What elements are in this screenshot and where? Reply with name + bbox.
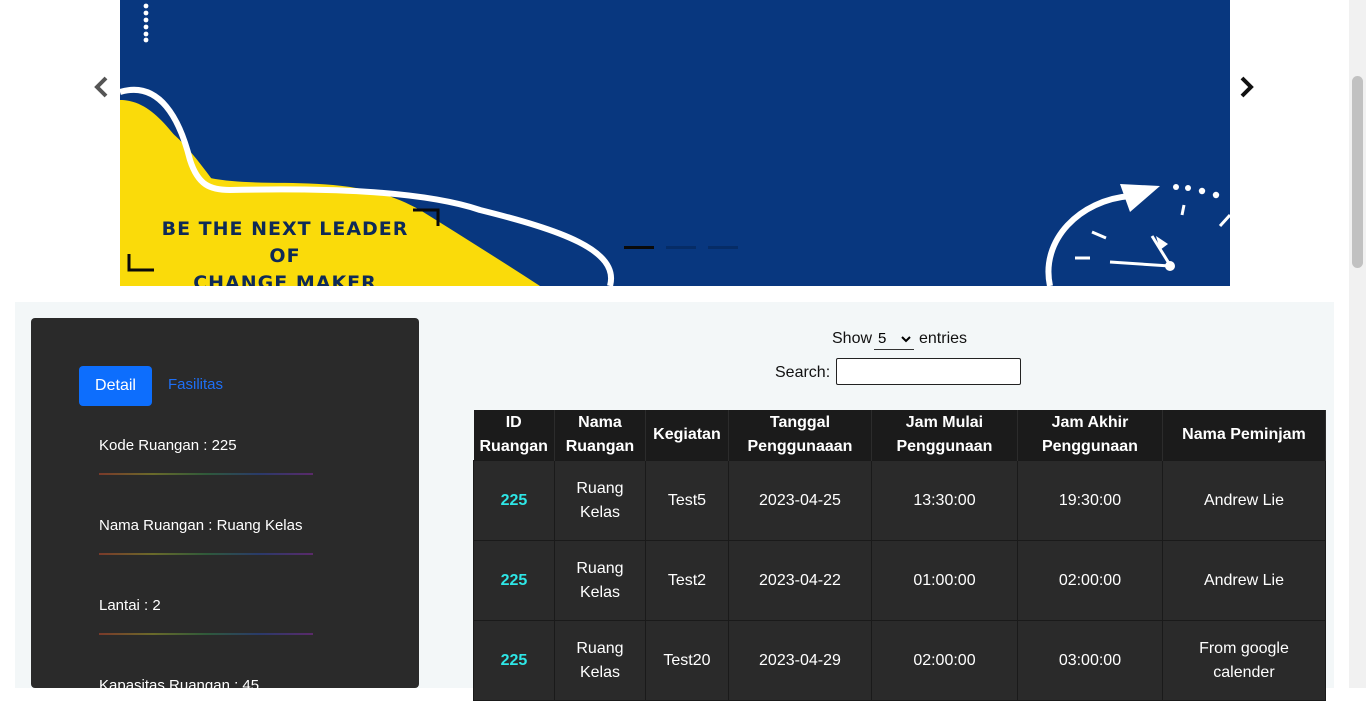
booking-table: ID Ruangan Nama Ruangan Kegiatan Tanggal Pe…: [473, 410, 1327, 701]
hero-carousel: BE THE NEXT LEADER OF CHANGE MAKER: [120, 0, 1230, 286]
carousel-next-button[interactable]: [1236, 74, 1260, 100]
banner-line-1: BE THE NEXT LEADER OF: [161, 218, 409, 267]
column-header-nama-peminjam[interactable]: Nama Peminjam: [1162, 410, 1327, 461]
column-header-tanggal[interactable]: Tanggal Penggunaaan: [728, 410, 872, 461]
cell-tanggal: 2023-04-29: [727, 620, 872, 701]
scrollbar-thumb[interactable]: [1352, 76, 1363, 268]
cell-peminjam: From google calender: [1161, 620, 1327, 701]
entries-label: entries: [919, 330, 968, 347]
cell-kegiatan: Test5: [644, 460, 729, 541]
table-row: 225 Ruang Kelas Test5 2023-04-25 13:30:00…: [473, 460, 1327, 541]
tab-fasilitas[interactable]: Fasilitas: [168, 376, 223, 393]
cell-nama-ruangan: Ruang Kelas: [553, 620, 646, 701]
column-header-id[interactable]: ID Ruangan: [473, 410, 555, 461]
carousel-indicators: [624, 246, 738, 249]
carousel-indicator-3[interactable]: [708, 246, 738, 249]
cell-peminjam: Andrew Lie: [1161, 540, 1327, 621]
chevron-left-icon: [94, 76, 108, 98]
table-header-row: ID Ruangan Nama Ruangan Kegiatan Tanggal Pe…: [473, 410, 1327, 461]
column-header-kegiatan[interactable]: Kegiatan: [645, 410, 729, 461]
banner-slogan: BE THE NEXT LEADER OF CHANGE MAKER: [150, 216, 420, 286]
chevron-right-icon: [1240, 76, 1254, 98]
divider: [99, 473, 313, 475]
entries-select[interactable]: 5: [874, 328, 914, 350]
cell-kegiatan: Test2: [644, 540, 729, 621]
cell-jam-mulai: 02:00:00: [870, 620, 1018, 701]
divider: [99, 553, 313, 555]
cell-peminjam: Andrew Lie: [1161, 460, 1327, 541]
cell-nama-ruangan: Ruang Kelas: [553, 540, 646, 621]
cell-jam-akhir: 02:00:00: [1016, 540, 1163, 621]
cell-jam-akhir: 19:30:00: [1016, 460, 1163, 541]
cell-nama-ruangan: Ruang Kelas: [553, 460, 646, 541]
table-row: 225 Ruang Kelas Test20 2023-04-29 02:00:0…: [473, 620, 1327, 701]
carousel-indicator-2[interactable]: [666, 246, 696, 249]
table-row: 225 Ruang Kelas Test2 2023-04-22 01:00:00…: [473, 540, 1327, 621]
carousel-prev-button[interactable]: [90, 74, 114, 100]
show-label: Show: [832, 330, 873, 347]
cell-jam-akhir: 03:00:00: [1016, 620, 1163, 701]
detail-kapasitas: Kapasitas Ruangan : 45: [99, 677, 260, 694]
column-header-nama-ruangan[interactable]: Nama Ruangan: [554, 410, 646, 461]
detail-nama-ruangan: Nama Ruangan : Ruang Kelas: [99, 517, 303, 534]
detail-lantai: Lantai : 2: [99, 597, 161, 614]
cell-id: 225: [473, 620, 555, 701]
search-input[interactable]: [836, 358, 1021, 385]
cell-tanggal: 2023-04-25: [727, 460, 872, 541]
cell-tanggal: 2023-04-22: [727, 540, 872, 621]
divider: [99, 633, 313, 635]
column-header-jam-akhir[interactable]: Jam Akhir Penggunaan: [1017, 410, 1163, 461]
detail-kode-ruangan: Kode Ruangan : 225: [99, 437, 237, 454]
column-header-jam-mulai[interactable]: Jam Mulai Penggunaan: [871, 410, 1018, 461]
banner-line-2: CHANGE MAKER: [193, 272, 377, 286]
search-label: Search:: [775, 364, 831, 381]
cell-id: 225: [473, 460, 555, 541]
cell-id: 225: [473, 540, 555, 621]
tab-detail[interactable]: Detail: [79, 366, 152, 406]
cell-jam-mulai: 01:00:00: [870, 540, 1018, 621]
cell-jam-mulai: 13:30:00: [870, 460, 1018, 541]
cell-kegiatan: Test20: [644, 620, 729, 701]
carousel-indicator-1[interactable]: [624, 246, 654, 249]
